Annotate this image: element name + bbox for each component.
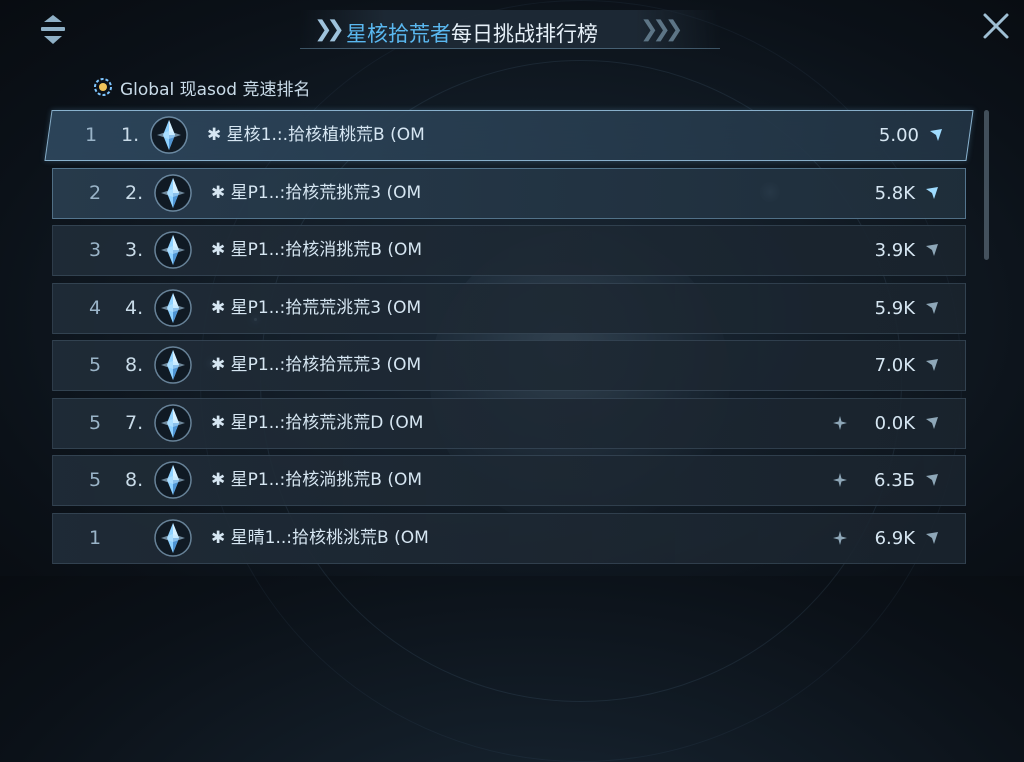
rank-number: 2 xyxy=(89,182,102,204)
leaderboard-row[interactable]: 1 ✱ 星晴1..:拾核桃洮荒B (OM 6.9K xyxy=(52,513,966,564)
leaderboard-row[interactable]: 2 2. ✱ 星P1..:拾核荒挑荒3 (OM 5.8K xyxy=(52,168,966,219)
leaderboard-row[interactable]: 1 1. ✱ 星核1.:.拾核植桃荒B (OM 5.00 xyxy=(44,110,974,161)
player-score: 6.9K xyxy=(874,528,915,549)
placement-label: 8. xyxy=(125,354,144,376)
page-title: 星核拾荒者每日挑战排行榜 xyxy=(346,18,598,48)
player-name: ✱ 星P1..:拾核消挑荒B (OM xyxy=(211,240,422,260)
crystal-icon xyxy=(154,346,192,384)
leaderboard-subheader: Global 现asod 竞速排名 xyxy=(92,74,311,100)
arrow-icon xyxy=(926,532,938,544)
player-score: 5.9K xyxy=(874,298,915,319)
crystal-icon xyxy=(154,461,192,499)
player-score: 7.0K xyxy=(874,355,915,376)
subheader-label: Global 现asod 竞速排名 xyxy=(120,79,311,100)
arrow-icon xyxy=(926,417,938,429)
arrow-icon xyxy=(926,359,938,371)
player-name: ✱ 星P1..:拾核荒洮荒D (OM xyxy=(211,413,424,433)
rank-number: 1 xyxy=(85,124,98,146)
sparkle-icon xyxy=(833,473,847,487)
leaderboard-row[interactable]: 3 3. ✱ 星P1..:拾核消挑荒B (OM 3.9K xyxy=(52,225,966,276)
player-score: 6.3Б xyxy=(874,470,915,491)
player-score: 3.9K xyxy=(874,240,915,261)
leaderboard-row[interactable]: 5 8. ✱ 星P1..:拾核拾荒荒3 (OM 7.0K xyxy=(52,340,966,391)
rank-number: 1 xyxy=(89,527,102,549)
crystal-icon xyxy=(154,174,192,212)
player-score: 5.8K xyxy=(874,183,915,204)
rank-number: 5 xyxy=(89,412,102,434)
title-rest: 每日挑战排行榜 xyxy=(451,22,598,46)
leaderboard-row[interactable]: 5 7. ✱ 星P1..:拾核荒洮荒D (OM 0.0K xyxy=(52,398,966,449)
crystal-icon xyxy=(154,231,192,269)
player-name: ✱ 星核1.:.拾核植桃荒B (OM xyxy=(207,125,425,145)
player-name: ✱ 星P1..:拾荒荒洮荒3 (OM xyxy=(211,298,422,318)
close-icon[interactable] xyxy=(978,8,1014,44)
placement-label: 3. xyxy=(125,239,144,261)
arrow-icon xyxy=(926,244,938,256)
arrow-icon xyxy=(930,129,942,141)
leaderboard-row[interactable]: 4 4. ✱ 星P1..:拾荒荒洮荒3 (OM 5.9K xyxy=(52,283,966,334)
arrow-icon xyxy=(926,187,938,199)
arrow-icon xyxy=(926,474,938,486)
scrollbar[interactable] xyxy=(984,110,989,260)
player-name: ✱ 星P1..:拾核淌挑荒B (OM xyxy=(211,470,422,490)
crystal-icon xyxy=(154,289,192,327)
crystal-icon xyxy=(150,116,188,154)
player-name: ✱ 星晴1..:拾核桃洮荒B (OM xyxy=(211,528,429,548)
arrow-icon xyxy=(926,302,938,314)
title-highlight: 星核拾荒者 xyxy=(346,22,451,46)
menu-icon[interactable] xyxy=(36,13,70,47)
header: ❯❯ 星核拾荒者每日挑战排行榜 ❯❯❯ xyxy=(0,0,1024,56)
rank-number: 5 xyxy=(89,354,102,376)
sparkle-icon xyxy=(833,531,847,545)
rank-number: 4 xyxy=(89,297,102,319)
placement-label: 8. xyxy=(125,469,144,491)
placement-label: 1. xyxy=(121,124,140,146)
player-score: 0.0K xyxy=(874,413,915,434)
placement-label: 7. xyxy=(125,412,144,434)
player-name: ✱ 星P1..:拾核荒挑荒3 (OM xyxy=(211,183,422,203)
placement-label: 2. xyxy=(125,182,144,204)
rank-number: 5 xyxy=(89,469,102,491)
player-score: 5.00 xyxy=(878,125,919,146)
leaderboard-row[interactable]: 5 8. ✱ 星P1..:拾核淌挑荒B (OM 6.3Б xyxy=(52,455,966,506)
crystal-icon xyxy=(154,519,192,557)
placement-label: 4. xyxy=(125,297,144,319)
chevron-right-icon: ❯❯ xyxy=(314,17,345,42)
chevron-right-icon: ❯❯❯ xyxy=(640,17,683,42)
sparkle-icon xyxy=(833,416,847,430)
crystal-icon xyxy=(154,404,192,442)
player-name: ✱ 星P1..:拾核拾荒荒3 (OM xyxy=(211,355,422,375)
gear-icon xyxy=(94,78,112,96)
rank-number: 3 xyxy=(89,239,102,261)
